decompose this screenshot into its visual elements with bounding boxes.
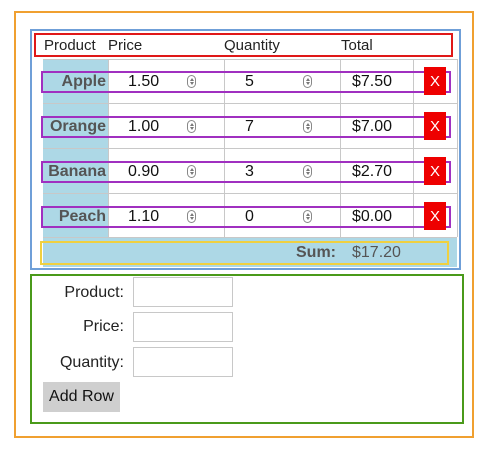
row-product-name: Orange bbox=[49, 118, 106, 135]
row-product-name: Apple bbox=[61, 73, 106, 90]
row-product-name: Peach bbox=[58, 208, 106, 225]
price-input[interactable]: 0.90 bbox=[128, 163, 159, 181]
price-spinner-icon[interactable] bbox=[187, 120, 196, 133]
price-label: Price: bbox=[83, 318, 124, 335]
quantity-label: Quantity: bbox=[59, 354, 124, 371]
row-total: $7.00 bbox=[352, 118, 393, 135]
sum-value: $17.20 bbox=[352, 244, 401, 261]
row-total: $0.00 bbox=[352, 208, 393, 225]
row-total: $2.70 bbox=[352, 163, 393, 180]
quantity-spinner-icon[interactable] bbox=[303, 75, 312, 88]
header-quantity: Quantity bbox=[224, 37, 280, 54]
delete-row-button[interactable]: X bbox=[424, 67, 446, 95]
price-input[interactable]: 1.50 bbox=[128, 73, 159, 91]
header-product: Product bbox=[44, 37, 96, 54]
grid-line bbox=[43, 237, 457, 238]
grid-line bbox=[457, 59, 458, 237]
price-field[interactable] bbox=[133, 312, 233, 342]
grid-line bbox=[43, 59, 457, 60]
grid-line bbox=[43, 103, 457, 104]
sum-label: Sum: bbox=[296, 244, 336, 261]
add-row-button[interactable]: Add Row bbox=[43, 382, 120, 412]
quantity-spinner-icon[interactable] bbox=[303, 120, 312, 133]
price-spinner-icon[interactable] bbox=[187, 210, 196, 223]
delete-row-button[interactable]: X bbox=[424, 112, 446, 140]
header-total: Total bbox=[341, 37, 373, 54]
price-input[interactable]: 1.00 bbox=[128, 118, 159, 136]
quantity-spinner-icon[interactable] bbox=[303, 165, 312, 178]
quantity-input[interactable]: 3 bbox=[245, 163, 254, 181]
delete-row-button[interactable]: X bbox=[424, 157, 446, 185]
header-price: Price bbox=[108, 37, 143, 54]
quantity-field[interactable] bbox=[133, 347, 233, 377]
quantity-input[interactable]: 0 bbox=[245, 208, 254, 226]
grid-line bbox=[43, 193, 457, 194]
price-input[interactable]: 1.10 bbox=[128, 208, 159, 226]
row-total: $7.50 bbox=[352, 73, 393, 90]
grid-line bbox=[43, 148, 457, 149]
product-label: Product: bbox=[64, 284, 124, 301]
product-input[interactable] bbox=[133, 277, 233, 307]
quantity-spinner-icon[interactable] bbox=[303, 210, 312, 223]
quantity-input[interactable]: 7 bbox=[245, 118, 254, 136]
quantity-input[interactable]: 5 bbox=[245, 73, 254, 91]
price-spinner-icon[interactable] bbox=[187, 165, 196, 178]
delete-row-button[interactable]: X bbox=[424, 202, 446, 230]
price-spinner-icon[interactable] bbox=[187, 75, 196, 88]
row-product-name: Banana bbox=[48, 163, 106, 180]
